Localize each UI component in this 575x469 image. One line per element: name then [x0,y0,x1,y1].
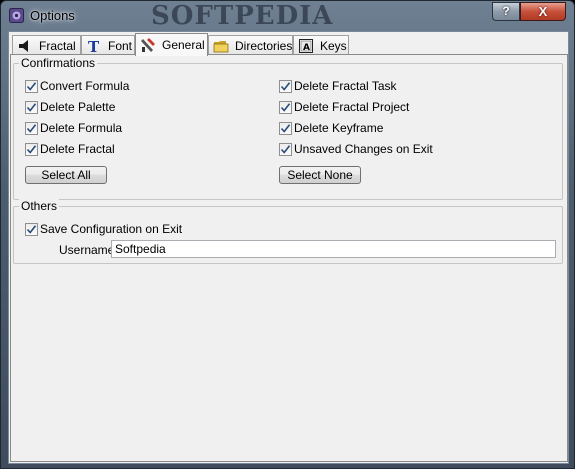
checkbox-label: Convert Formula [40,79,130,93]
svg-text:A: A [303,43,310,53]
checkbox-label: Delete Fractal Task [294,79,397,93]
checkbox-label: Save Configuration on Exit [40,222,183,236]
checkbox-box[interactable] [279,142,292,156]
delete-formula-checkbox[interactable]: Delete Formula [25,120,122,136]
convert-formula-checkbox[interactable]: Convert Formula [25,78,129,94]
select-none-button[interactable]: Select None [279,166,361,184]
confirmations-legend: Confirmations [19,56,98,70]
dialog-client: Fractal T Font General Directories A Key… [8,31,569,464]
help-button[interactable]: ? [492,2,520,21]
checkbox-label: Delete Palette [40,100,116,114]
checkbox-box[interactable] [279,100,292,114]
tab-label: Directories [235,38,293,53]
username-input[interactable]: Softpedia [111,240,556,258]
tab-strip: Fractal T Font General Directories A Key… [10,33,570,56]
checkbox-label: Unsaved Changes on Exit [294,142,433,156]
username-label: Username [59,243,115,257]
key-a-icon: A [298,38,314,54]
checkbox-box[interactable] [25,142,38,156]
unsaved-changes-checkbox[interactable]: Unsaved Changes on Exit [279,141,433,157]
checkbox-label: Delete Keyframe [294,121,384,135]
tools-icon [140,37,156,53]
tab-label: Fractal [39,38,76,53]
others-legend: Others [19,199,60,213]
checkbox-box[interactable] [25,100,38,114]
general-panel: Confirmations Convert Formula Delete Pal… [10,54,568,462]
checkbox-label: Delete Formula [40,121,123,135]
delete-palette-checkbox[interactable]: Delete Palette [25,99,115,115]
close-button[interactable]: X [520,2,566,21]
checkbox-box[interactable] [25,79,38,93]
tab-font[interactable]: T Font [81,35,135,56]
folder-icon [213,38,229,54]
tab-label: General [162,38,205,52]
delete-fractal-task-checkbox[interactable]: Delete Fractal Task [279,78,397,94]
tab-fractal[interactable]: Fractal [12,35,81,55]
tab-directories[interactable]: Directories [208,35,293,55]
tab-general[interactable]: General [135,33,208,56]
checkbox-label: Delete Fractal [40,142,115,156]
font-t-icon: T [86,38,102,56]
tab-label: Keys [320,38,347,53]
delete-fractal-checkbox[interactable]: Delete Fractal [25,141,115,157]
checkbox-box[interactable] [279,79,292,93]
tab-keys[interactable]: A Keys [293,35,349,55]
save-configuration-checkbox[interactable]: Save Configuration on Exit [25,221,182,237]
title-bar[interactable]: SOFTPEDIA Options ? X [1,1,574,31]
checkbox-box[interactable] [25,121,38,135]
watermark: SOFTPEDIA [151,1,334,31]
delete-keyframe-checkbox[interactable]: Delete Keyframe [279,120,383,136]
checkbox-box[interactable] [279,121,292,135]
svg-text:T: T [88,38,100,54]
delete-fractal-project-checkbox[interactable]: Delete Fractal Project [279,99,409,115]
options-window: SOFTPEDIA Options ? X Fractal T Font Gen… [0,0,575,469]
select-all-button[interactable]: Select All [25,166,107,184]
checkbox-label: Delete Fractal Project [294,100,410,114]
window-title: Options [30,8,75,23]
speaker-icon [17,38,33,54]
app-icon [9,8,24,23]
tab-label: Font [108,38,133,53]
checkbox-box[interactable] [25,222,38,236]
